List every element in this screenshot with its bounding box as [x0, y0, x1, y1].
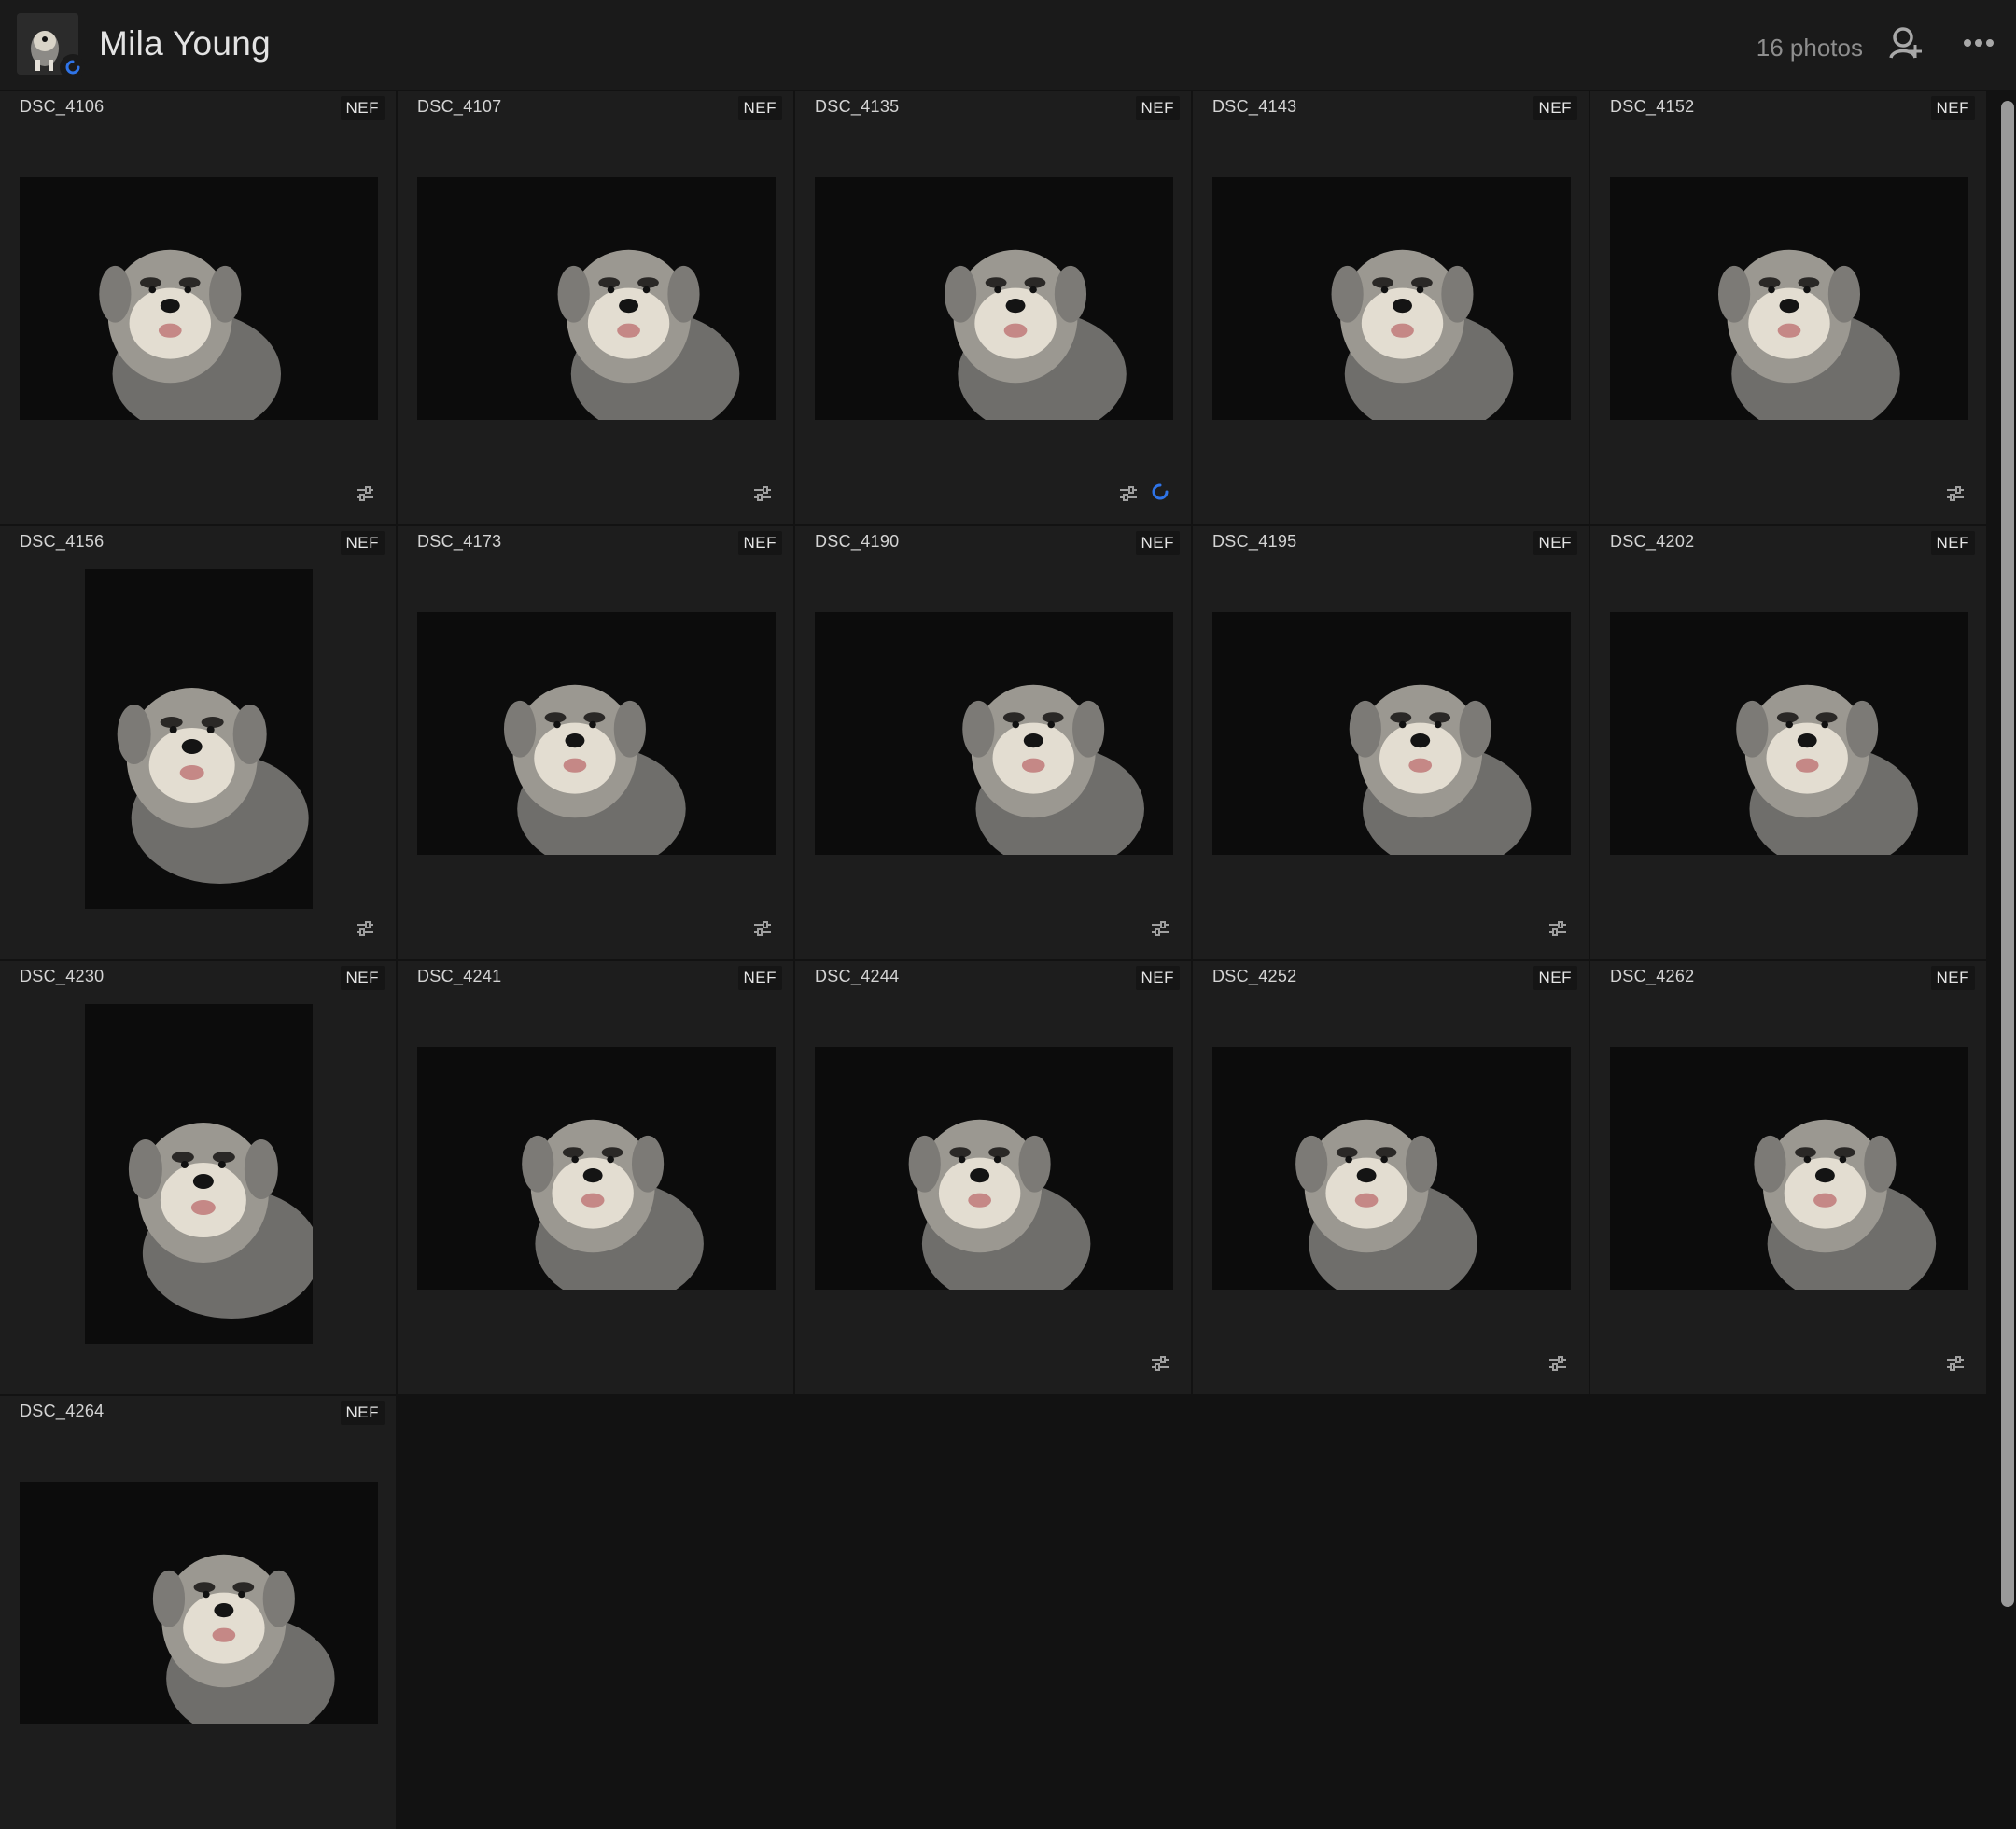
scrollbar-thumb[interactable]	[2001, 101, 2014, 1607]
edit-adjustments-icon	[1547, 1353, 1568, 1374]
photo-thumbnail[interactable]	[1610, 177, 1968, 420]
edit-adjustments-icon	[1118, 483, 1169, 504]
file-type-badge: NEF	[1135, 966, 1180, 990]
album-title: Mila Young	[99, 24, 272, 63]
photo-filename: DSC_4264	[20, 1402, 105, 1420]
photo-cell[interactable]: DSC_4156 NEF	[0, 526, 396, 959]
photo-cell[interactable]: DSC_4135 NEF	[795, 91, 1191, 524]
file-type-badge: NEF	[1533, 96, 1577, 120]
file-type-badge: NEF	[1135, 531, 1180, 555]
file-type-badge: NEF	[340, 96, 385, 120]
photo-cell[interactable]: DSC_4241 NEF	[398, 961, 793, 1394]
photo-filename: DSC_4106	[20, 97, 105, 116]
edit-adjustments-icon	[355, 483, 375, 504]
file-type-badge: NEF	[1930, 96, 1975, 120]
sync-status-icon	[60, 54, 86, 80]
photo-thumbnail[interactable]	[815, 612, 1173, 855]
photo-filename: DSC_4152	[1610, 97, 1695, 116]
scrollbar[interactable]	[1997, 93, 2016, 1784]
photo-cell[interactable]: DSC_4195 NEF	[1193, 526, 1589, 959]
photo-thumbnail[interactable]	[20, 177, 378, 420]
photo-thumbnail[interactable]	[1212, 177, 1571, 420]
edit-adjustments-icon	[1547, 918, 1568, 939]
photo-filename: DSC_4244	[815, 967, 900, 985]
edit-adjustments-icon	[1945, 483, 1966, 504]
photo-filename: DSC_4107	[417, 97, 502, 116]
photo-cell[interactable]: DSC_4190 NEF	[795, 526, 1191, 959]
file-type-badge: NEF	[1930, 966, 1975, 990]
photo-thumbnail[interactable]	[417, 612, 776, 855]
photo-count: 16 photos	[1756, 34, 1863, 62]
photo-thumbnail[interactable]	[815, 1047, 1173, 1290]
photo-filename: DSC_4173	[417, 532, 502, 551]
photo-filename: DSC_4195	[1212, 532, 1297, 551]
photo-cell[interactable]: DSC_4143 NEF	[1193, 91, 1589, 524]
file-type-badge: NEF	[1135, 96, 1180, 120]
photo-filename: DSC_4202	[1610, 532, 1695, 551]
photo-filename: DSC_4135	[815, 97, 900, 116]
photo-cell[interactable]: DSC_4262 NEF	[1590, 961, 1986, 1394]
photo-filename: DSC_4190	[815, 532, 900, 551]
photo-thumbnail[interactable]	[417, 177, 776, 420]
more-icon[interactable]	[1960, 26, 1997, 60]
file-type-badge: NEF	[737, 966, 782, 990]
file-type-badge: NEF	[340, 966, 385, 990]
file-type-badge: NEF	[1533, 531, 1577, 555]
photo-cell[interactable]: DSC_4152 NEF	[1590, 91, 1986, 524]
photo-thumbnail[interactable]	[85, 1004, 313, 1344]
photo-cell[interactable]: DSC_4202 NEF	[1590, 526, 1986, 959]
photo-thumbnail[interactable]	[1610, 1047, 1968, 1290]
photo-cell[interactable]: DSC_4252 NEF	[1193, 961, 1589, 1394]
edit-adjustments-icon	[752, 918, 773, 939]
photo-thumbnail[interactable]	[1212, 612, 1571, 855]
photo-cell[interactable]: DSC_4264 NEF	[0, 1396, 396, 1829]
photo-thumbnail[interactable]	[815, 177, 1173, 420]
album-avatar[interactable]	[17, 13, 86, 80]
photo-thumbnail[interactable]	[20, 1482, 378, 1724]
sync-progress-icon	[1150, 482, 1170, 502]
photo-filename: DSC_4230	[20, 967, 105, 985]
edit-adjustments-icon	[752, 483, 773, 504]
file-type-badge: NEF	[1930, 531, 1975, 555]
photo-cell[interactable]: DSC_4230 NEF	[0, 961, 396, 1394]
file-type-badge: NEF	[340, 531, 385, 555]
photo-cell[interactable]: DSC_4107 NEF	[398, 91, 793, 524]
photo-filename: DSC_4252	[1212, 967, 1297, 985]
file-type-badge: NEF	[1533, 966, 1577, 990]
add-person-icon[interactable]	[1887, 24, 1925, 62]
album-header: Mila Young 16 photos	[0, 0, 2016, 90]
photo-thumbnail[interactable]	[1610, 612, 1968, 855]
photo-cell[interactable]: DSC_4173 NEF	[398, 526, 793, 959]
photo-filename: DSC_4156	[20, 532, 105, 551]
file-type-badge: NEF	[737, 96, 782, 120]
edit-adjustments-icon	[1945, 1353, 1966, 1374]
file-type-badge: NEF	[340, 1401, 385, 1425]
edit-adjustments-icon	[1150, 1353, 1170, 1374]
photo-filename: DSC_4262	[1610, 967, 1695, 985]
edit-adjustments-icon	[1150, 918, 1170, 939]
photo-thumbnail[interactable]	[85, 569, 313, 909]
photo-filename: DSC_4143	[1212, 97, 1297, 116]
file-type-badge: NEF	[737, 531, 782, 555]
edit-adjustments-icon	[355, 918, 375, 939]
photo-cell[interactable]: DSC_4244 NEF	[795, 961, 1191, 1394]
photo-cell[interactable]: DSC_4106 NEF	[0, 91, 396, 524]
photo-filename: DSC_4241	[417, 967, 502, 985]
photo-thumbnail[interactable]	[1212, 1047, 1571, 1290]
photo-thumbnail[interactable]	[417, 1047, 776, 1290]
